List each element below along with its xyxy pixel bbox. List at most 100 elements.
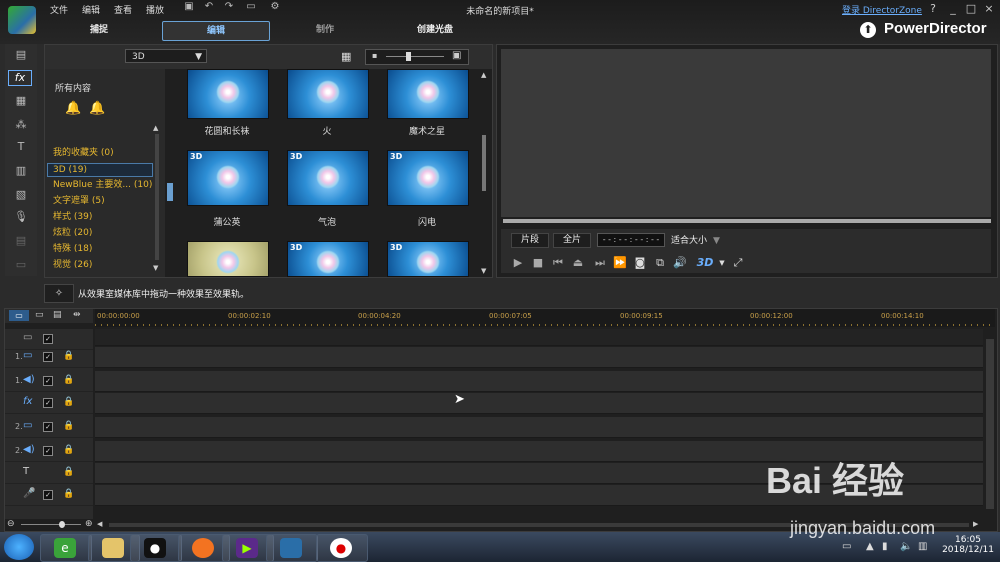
- tree-item-style[interactable]: 样式 (39): [53, 211, 153, 223]
- stop-icon[interactable]: ■: [531, 256, 545, 269]
- timecode-display[interactable]: - - : - - : - - : - -: [597, 233, 665, 247]
- clip-mode-button[interactable]: 片段: [511, 233, 549, 248]
- tree-item-favorites[interactable]: 我的收藏夹 (0): [53, 147, 153, 159]
- track-enable-checkbox[interactable]: ✓: [43, 376, 53, 386]
- magic-wand-icon[interactable]: ✧: [44, 284, 74, 303]
- lock-icon[interactable]: 🔒: [63, 397, 74, 407]
- grid-view-icon[interactable]: ▦: [341, 50, 351, 63]
- track-lane-video-2[interactable]: [95, 417, 983, 438]
- scroll-up-icon[interactable]: ▲: [481, 71, 486, 79]
- zoom-out-icon[interactable]: ⊖: [7, 519, 15, 529]
- remove-tag-icon[interactable]: 🔔: [89, 101, 105, 116]
- help-button[interactable]: ?: [926, 2, 940, 15]
- system-clock[interactable]: 16:05 2018/12/11: [938, 535, 998, 555]
- fit-size-dropdown[interactable]: 适合大小 ▼: [671, 233, 720, 246]
- thumbnail-size-slider[interactable]: ▪ ▣: [365, 49, 469, 65]
- scroll-up-icon[interactable]: ▲: [153, 124, 158, 132]
- subtitle-room-icon[interactable]: ▭: [13, 258, 29, 272]
- effect-thumb[interactable]: [187, 241, 269, 277]
- scroll-down-icon[interactable]: ▼: [481, 267, 486, 275]
- lock-icon[interactable]: 🔒: [63, 445, 74, 455]
- undock-icon[interactable]: ⧉: [653, 256, 667, 270]
- volume-icon[interactable]: 🔊: [673, 256, 687, 269]
- minimize-button[interactable]: _: [946, 2, 960, 15]
- tree-scrollbar[interactable]: ▲ ▼: [153, 124, 161, 274]
- tree-item-visual[interactable]: 视觉 (26): [53, 259, 153, 271]
- show-hidden-tray-icon[interactable]: ▲: [866, 541, 874, 552]
- effect-thumb[interactable]: [187, 69, 269, 119]
- effect-thumb[interactable]: 3D: [387, 241, 469, 277]
- effect-thumb[interactable]: [287, 69, 369, 119]
- effect-room-fx-icon[interactable]: fx: [8, 70, 32, 86]
- audio-mix-icon[interactable]: ▧: [13, 188, 29, 202]
- slider-thumb[interactable]: [406, 52, 411, 61]
- tree-item-text-mask[interactable]: 文字遮罩 (5): [53, 195, 153, 207]
- lock-icon[interactable]: 🔒: [63, 421, 74, 431]
- particle-room-icon[interactable]: ⁂: [13, 118, 29, 132]
- timeline-zoom-slider[interactable]: ⊖ ⊕: [7, 519, 93, 529]
- collapse-tree-handle[interactable]: [167, 183, 173, 201]
- library-scrollbar[interactable]: ▲ ▼: [479, 69, 489, 277]
- title-room-icon[interactable]: T: [13, 140, 29, 154]
- add-tag-icon[interactable]: 🔔: [65, 101, 81, 116]
- scroll-down-icon[interactable]: ▼: [153, 264, 158, 272]
- track-enable-checkbox[interactable]: ✓: [43, 398, 53, 408]
- fullscreen-icon[interactable]: ⤢: [731, 256, 745, 270]
- close-button[interactable]: ×: [982, 2, 996, 15]
- track-enable-checkbox[interactable]: ✓: [43, 446, 53, 456]
- effect-thumb[interactable]: 3D: [187, 150, 269, 206]
- preview-scrub-bar[interactable]: [503, 219, 991, 223]
- effect-thumb[interactable]: 3D: [287, 150, 369, 206]
- track-manager-icon[interactable]: ▤: [53, 310, 62, 320]
- track-enable-checkbox[interactable]: ✓: [43, 334, 53, 344]
- track-lane-video-1[interactable]: [95, 347, 983, 368]
- lock-icon[interactable]: 🔒: [63, 467, 74, 477]
- voice-over-mic-icon[interactable]: 🎙: [13, 210, 29, 224]
- tree-item-special[interactable]: 特殊 (18): [53, 243, 153, 255]
- tree-item-3d[interactable]: 3D (19): [53, 164, 153, 176]
- timeline-view-icon[interactable]: ▭: [9, 310, 29, 321]
- step-back-icon[interactable]: ⏏: [571, 256, 585, 269]
- start-orb-icon[interactable]: [4, 534, 34, 560]
- effect-thumb[interactable]: [387, 69, 469, 119]
- taskbar-app[interactable]: ●: [130, 534, 182, 562]
- scroll-right-icon[interactable]: ▶: [973, 520, 978, 528]
- lock-icon[interactable]: 🔒: [63, 351, 74, 361]
- keyboard-tray-icon[interactable]: ▭: [842, 541, 851, 552]
- previous-frame-icon[interactable]: ⏮: [551, 256, 565, 270]
- taskbar-app[interactable]: ●: [316, 534, 368, 562]
- library-scroll-thumb[interactable]: [482, 135, 486, 191]
- category-dropdown[interactable]: 3D ▼: [125, 49, 207, 63]
- track-lane-fx[interactable]: [95, 393, 983, 414]
- track-lane-master[interactable]: [95, 329, 983, 346]
- timeline-vertical-scrollbar[interactable]: [986, 339, 994, 509]
- tree-item-newblue[interactable]: NewBlue 主要效... (10): [53, 179, 163, 191]
- chevron-down-icon[interactable]: ▼: [715, 259, 729, 267]
- track-lane-audio-1[interactable]: [95, 371, 983, 392]
- effect-thumb[interactable]: 3D: [387, 150, 469, 206]
- effect-thumb[interactable]: 3D: [287, 241, 369, 277]
- zoom-thumb[interactable]: [59, 521, 65, 528]
- taskbar-app[interactable]: e: [40, 534, 92, 562]
- track-enable-checkbox[interactable]: ✓: [43, 352, 53, 362]
- storyboard-view-icon[interactable]: ▭: [35, 310, 44, 320]
- tab-produce[interactable]: 制作: [272, 21, 378, 39]
- tab-create-disc[interactable]: 创建光盘: [382, 21, 488, 39]
- scroll-left-icon[interactable]: ◀: [97, 520, 102, 528]
- snapshot-camera-icon[interactable]: ◙: [633, 256, 647, 269]
- media-room-icon[interactable]: ▤: [13, 48, 29, 62]
- network-tray-icon[interactable]: ▥: [918, 541, 927, 552]
- login-link[interactable]: 登录 DirectorZone: [842, 3, 922, 16]
- tree-all-content[interactable]: 所有内容: [55, 81, 91, 94]
- tab-edit[interactable]: 编辑: [162, 21, 270, 41]
- antivirus-tray-icon[interactable]: ▮: [882, 541, 888, 552]
- tab-capture[interactable]: 捕捉: [46, 21, 152, 39]
- 3d-mode-button[interactable]: 3D: [695, 256, 715, 269]
- movie-mode-button[interactable]: 全片: [553, 233, 591, 248]
- tree-item-particle[interactable]: 炫粒 (20): [53, 227, 153, 239]
- taskbar-app-active[interactable]: [266, 534, 318, 562]
- fast-forward-icon[interactable]: ⏩: [613, 256, 627, 269]
- pip-room-icon[interactable]: ▦: [13, 94, 29, 108]
- track-enable-checkbox[interactable]: ✓: [43, 490, 53, 500]
- play-icon[interactable]: ▶: [511, 256, 525, 269]
